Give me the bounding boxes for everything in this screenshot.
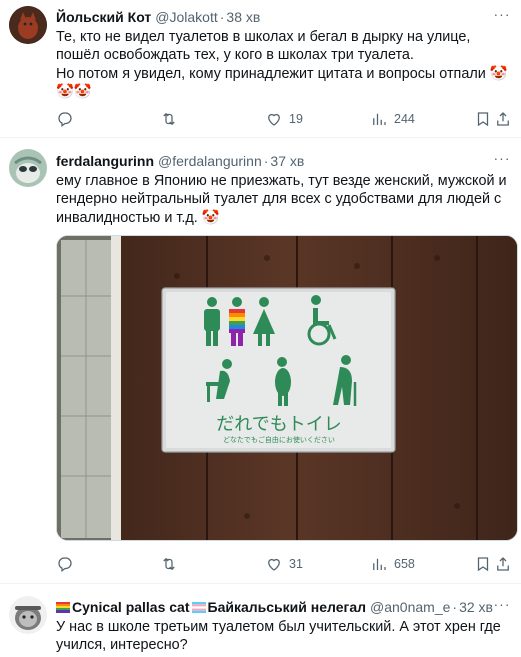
action-bar: 31 658 xyxy=(56,554,511,574)
like-button[interactable]: 31 xyxy=(265,554,303,574)
tweet-header: Йольский Кот @Jolakott · 38 хв xyxy=(56,8,511,26)
share-button[interactable] xyxy=(494,109,512,129)
avatar[interactable] xyxy=(9,596,47,634)
reply-icon xyxy=(58,557,72,573)
tweet-header: Cynical pallas cat Байкальський нелегал … xyxy=(56,598,511,616)
reply-icon xyxy=(58,112,72,128)
like-icon xyxy=(268,558,280,571)
bookmark-button[interactable] xyxy=(474,109,492,129)
rainbow-flag-icon xyxy=(56,601,70,613)
share-icon xyxy=(497,557,509,571)
like-button[interactable]: 19 xyxy=(265,109,303,129)
user-handle[interactable]: @Jolakott xyxy=(155,9,217,25)
share-icon xyxy=(497,112,509,126)
trans-flag-icon xyxy=(191,601,206,613)
views-icon xyxy=(373,113,386,125)
user-handle[interactable]: @ferdalangurinn xyxy=(158,153,262,169)
reply-button[interactable] xyxy=(56,109,80,129)
bookmark-button[interactable] xyxy=(474,554,492,574)
display-name[interactable]: Йольский Кот xyxy=(56,9,151,25)
like-count: 31 xyxy=(289,557,303,571)
views-icon xyxy=(373,558,386,570)
timestamp[interactable]: 37 хв xyxy=(270,153,304,169)
share-button[interactable] xyxy=(494,554,512,574)
sign-subtitle: どなたでもご自由にお使いください xyxy=(223,435,335,444)
retweet-button[interactable] xyxy=(160,554,184,574)
like-icon xyxy=(268,113,280,126)
display-name[interactable]: ferdalangurinn xyxy=(56,153,154,169)
views-button[interactable]: 244 xyxy=(370,109,415,129)
bookmark-icon xyxy=(477,112,489,127)
more-icon[interactable]: ··· xyxy=(493,7,511,26)
display-name-suffix[interactable]: Байкальський нелегал xyxy=(208,599,367,615)
more-icon[interactable]: ··· xyxy=(493,597,511,616)
reply-button[interactable] xyxy=(56,554,80,574)
timestamp[interactable]: 32 хв xyxy=(459,599,493,615)
separator: · xyxy=(263,153,269,169)
tweet-text: Те, кто не видел туалетов в школах и бег… xyxy=(56,29,508,101)
views-button[interactable]: 658 xyxy=(370,554,415,574)
retweet-icon xyxy=(163,112,175,126)
like-count: 19 xyxy=(289,112,303,126)
tweet-3[interactable]: Cynical pallas cat Байкальський нелегал … xyxy=(0,586,521,657)
tweet-2[interactable]: ferdalangurinn @ferdalangurinn · 37 хв ·… xyxy=(0,140,521,584)
views-count: 244 xyxy=(394,112,415,126)
separator: · xyxy=(452,599,458,615)
tweet-1[interactable]: Йольский Кот @Jolakott · 38 хв ··· Те, к… xyxy=(0,0,521,138)
display-name-prefix[interactable]: Cynical pallas cat xyxy=(72,599,190,615)
more-icon[interactable]: ··· xyxy=(493,151,511,170)
separator: · xyxy=(219,9,225,25)
tweet-text: У нас в школе третьим туалетом был учите… xyxy=(56,619,501,654)
sign-title: だれでもトイレ xyxy=(216,414,341,435)
bookmark-icon xyxy=(477,557,489,572)
avatar[interactable] xyxy=(9,149,47,187)
tweet-text: ему главное в Японию не приезжать, тут в… xyxy=(56,173,507,226)
timestamp[interactable]: 38 хв xyxy=(226,9,260,25)
retweet-icon xyxy=(163,557,175,571)
tweet-header: ferdalangurinn @ferdalangurinn · 37 хв xyxy=(56,152,511,170)
user-handle[interactable]: @an0nam_e xyxy=(370,599,450,615)
avatar[interactable] xyxy=(9,6,47,44)
action-bar: 19 244 xyxy=(56,109,511,129)
retweet-button[interactable] xyxy=(160,109,184,129)
views-count: 658 xyxy=(394,557,415,571)
tweet-photo[interactable]: だれでもトイレ どなたでもご自由にお使いください xyxy=(56,235,518,541)
